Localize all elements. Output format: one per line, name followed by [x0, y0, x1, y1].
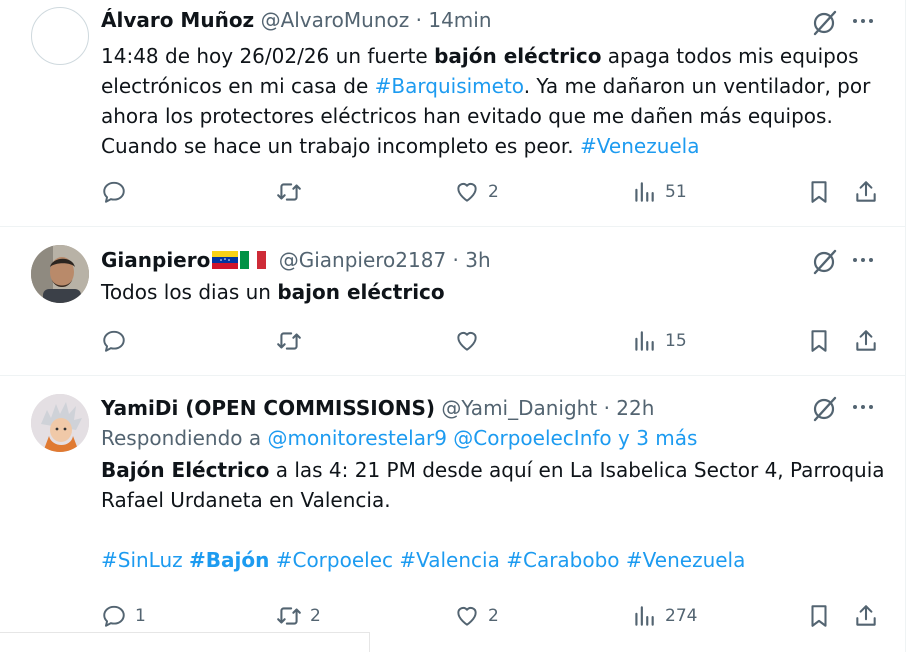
more-icon[interactable]: [850, 394, 876, 420]
retweet-button[interactable]: 2: [276, 601, 321, 631]
bookmark-button[interactable]: [806, 326, 832, 356]
hashtag-link[interactable]: #Valencia: [399, 548, 500, 572]
like-icon: [457, 182, 477, 202]
avatar[interactable]: [31, 7, 89, 65]
timestamp[interactable]: 22h: [616, 396, 654, 420]
avatar[interactable]: [31, 394, 89, 452]
bookmark-button[interactable]: [806, 601, 832, 631]
hashtag-link[interactable]: #Barquisimeto: [375, 74, 524, 98]
reply-icon: [103, 605, 125, 627]
bold-text: Bajón Eléctrico: [101, 458, 270, 482]
separator: ·: [452, 248, 459, 272]
reply-button[interactable]: [101, 177, 135, 207]
retweet-icon: [277, 183, 301, 201]
view-count: 15: [665, 331, 687, 351]
bold-text: bajon eléctrico: [277, 280, 445, 304]
tweet-text: Todos los dias un bajon eléctrico: [101, 277, 886, 307]
hashtag-link[interactable]: #Venezuela: [580, 134, 699, 158]
reply-count: 1: [135, 606, 146, 626]
tweet[interactable]: Álvaro Muñoz @AlvaroMunoz · 14min 14:48 …: [0, 0, 906, 227]
tweet-actions: 2 51: [101, 177, 891, 207]
tweet-actions: 15: [101, 326, 891, 356]
like-icon: [457, 331, 477, 351]
more-icon[interactable]: [850, 8, 876, 34]
bookmark-button[interactable]: [806, 177, 832, 207]
grok-icon[interactable]: [810, 7, 840, 37]
views-button[interactable]: 274: [631, 601, 697, 631]
timestamp[interactable]: 14min: [428, 8, 491, 32]
retweet-icon: [277, 332, 301, 350]
text-segment: Todos los dias un: [101, 280, 278, 304]
display-name[interactable]: Gianpiero: [101, 248, 210, 272]
hashtag-link[interactable]: #Corpoelec: [276, 548, 393, 572]
views-icon: [635, 331, 654, 351]
replying-to-label: Respondiendo a: [101, 426, 268, 450]
separator: ·: [415, 8, 422, 32]
text-segment: 14:48 de hoy 26/02/26 un fuerte: [101, 44, 435, 68]
views-icon: [635, 182, 654, 202]
tweet-header: YamiDi (OPEN COMMISSIONS) @Yami_Danight …: [101, 395, 886, 421]
retweet-button[interactable]: [276, 177, 310, 207]
share-button[interactable]: [853, 326, 879, 356]
mention-link[interactable]: @monitorestelar9: [267, 426, 446, 450]
share-icon: [856, 605, 876, 626]
user-handle[interactable]: @AlvaroMunoz: [261, 8, 410, 32]
like-count: 2: [488, 182, 499, 202]
like-button[interactable]: 2: [454, 601, 499, 631]
retweet-count: 2: [310, 606, 321, 626]
italy-flag-icon: [240, 249, 267, 269]
bottom-overlay: [0, 632, 370, 652]
hashtag-link[interactable]: #Venezuela: [626, 548, 745, 572]
bookmark-icon: [811, 181, 827, 203]
grok-icon[interactable]: [810, 246, 840, 276]
tweet-header: Gianpiero @Gianpiero2187 · 3h: [101, 247, 886, 273]
venezuela-flag-icon: [212, 249, 239, 269]
share-icon: [856, 181, 876, 202]
bold-text: bajón eléctrico: [434, 44, 602, 68]
share-button[interactable]: [853, 177, 879, 207]
views-button[interactable]: 51: [631, 177, 687, 207]
views-icon: [635, 606, 654, 626]
tweet-text: 14:48 de hoy 26/02/26 un fuerte bajón el…: [101, 41, 886, 161]
reply-button[interactable]: [101, 326, 135, 356]
retweet-button[interactable]: [276, 326, 310, 356]
retweet-icon: [277, 607, 301, 625]
tweet-text: Bajón Eléctrico a las 4: 21 PM desde aqu…: [101, 455, 886, 515]
like-icon: [457, 606, 477, 626]
hashtag-link[interactable]: #Bajón: [189, 548, 269, 572]
like-button[interactable]: [454, 326, 488, 356]
timestamp[interactable]: 3h: [465, 248, 490, 272]
more-mentions-link[interactable]: y 3 más: [618, 426, 697, 450]
hashtag-link[interactable]: #Carabobo: [506, 548, 619, 572]
bookmark-icon: [811, 330, 827, 352]
tweet[interactable]: Gianpiero @Gianpiero2187 · 3h Todos los …: [0, 227, 906, 376]
more-icon[interactable]: [850, 247, 876, 273]
avatar[interactable]: [31, 245, 89, 303]
reply-icon: [103, 330, 125, 352]
like-button[interactable]: 2: [454, 177, 499, 207]
separator: ·: [603, 396, 610, 420]
share-button[interactable]: [853, 601, 879, 631]
views-button[interactable]: 15: [631, 326, 687, 356]
tweet[interactable]: YamiDi (OPEN COMMISSIONS) @Yami_Danight …: [0, 376, 906, 652]
reply-icon: [103, 181, 125, 203]
reply-button[interactable]: 1: [101, 601, 146, 631]
tweet-actions: 1 2 2 274: [101, 601, 891, 631]
like-count: 2: [488, 606, 499, 626]
tweet-header: Álvaro Muñoz @AlvaroMunoz · 14min: [101, 7, 886, 33]
hashtag-link[interactable]: #SinLuz: [101, 548, 183, 572]
user-handle[interactable]: @Yami_Danight: [441, 396, 597, 420]
share-icon: [856, 330, 876, 351]
user-handle[interactable]: @Gianpiero2187: [279, 248, 446, 272]
replying-to: Respondiendo a @monitorestelar9 @Corpoel…: [101, 423, 886, 453]
display-name[interactable]: YamiDi (OPEN COMMISSIONS): [101, 396, 435, 420]
grok-icon[interactable]: [810, 393, 840, 423]
display-name[interactable]: Álvaro Muñoz: [101, 8, 254, 32]
tweet-hashtags: #SinLuz #Bajón #Corpoelec #Valencia #Car…: [101, 545, 886, 575]
view-count: 274: [665, 606, 698, 626]
bookmark-icon: [811, 605, 827, 627]
timeline: Álvaro Muñoz @AlvaroMunoz · 14min 14:48 …: [0, 0, 906, 652]
mention-link[interactable]: @CorpoelecInfo: [453, 426, 611, 450]
view-count: 51: [665, 182, 687, 202]
